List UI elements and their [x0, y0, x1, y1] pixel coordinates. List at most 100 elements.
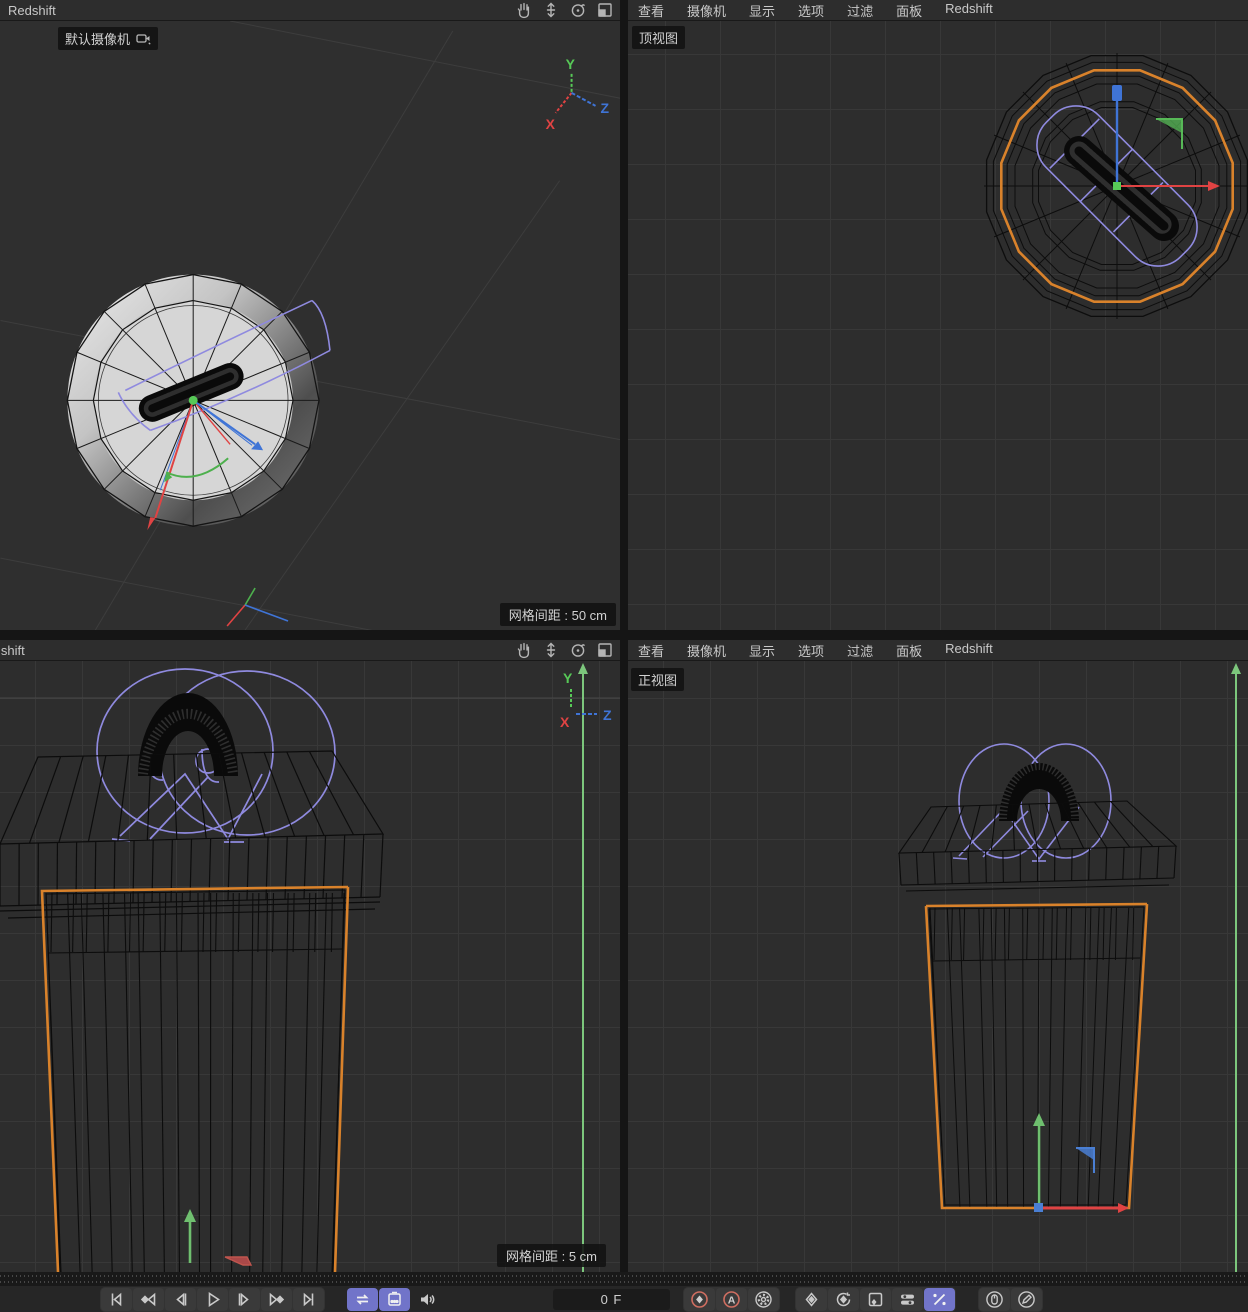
view-label-text: 正视图	[638, 673, 678, 688]
viewport-front-left-menubar: lshift	[0, 640, 620, 661]
sound-button[interactable]	[411, 1288, 442, 1311]
camera-label-tag[interactable]: 默认摄像机	[58, 27, 159, 50]
pan-hand-icon[interactable]	[515, 1, 533, 19]
next-frame-button[interactable]	[229, 1287, 260, 1311]
play-button[interactable]	[197, 1287, 228, 1311]
plane-handle-bracket-red[interactable]	[224, 1256, 253, 1266]
world-origin-axes	[226, 587, 289, 627]
viewport-nav-icons	[515, 641, 620, 659]
dolly-zoom-icon[interactable]	[542, 641, 560, 659]
maximize-view-icon[interactable]	[596, 1, 614, 19]
svg-text:A: A	[728, 1294, 736, 1306]
handle-mesh-top	[1064, 136, 1179, 241]
previous-key-button[interactable]	[133, 1287, 164, 1311]
menu-item-filter[interactable]: 过滤	[847, 641, 873, 660]
previous-frame-button[interactable]	[165, 1287, 196, 1311]
camera-label-text: 默认摄像机	[65, 32, 131, 47]
goto-end-button[interactable]	[293, 1287, 324, 1311]
keyframe-bar-button[interactable]	[379, 1287, 410, 1311]
animation-toolbar: 0 F A	[0, 1286, 1248, 1312]
menu-item-camera[interactable]: 摄像机	[687, 1, 726, 20]
clipboard-icon	[388, 1291, 401, 1306]
axis-label-z: Z	[601, 100, 610, 116]
viewport-top-menubar: 查看 摄像机 显示 选项 过滤 面板 Redshift	[628, 0, 1248, 21]
axis-label-y: Y	[566, 56, 576, 72]
pen-record-button[interactable]	[1011, 1287, 1042, 1311]
autokey-icon: A	[723, 1290, 740, 1308]
diamond-outline-icon	[805, 1291, 818, 1307]
menu-item-display[interactable]: 显示	[749, 1, 775, 20]
menu-item-view[interactable]: 查看	[638, 641, 664, 660]
view-label-tag: 顶视图	[632, 26, 686, 49]
maximize-view-icon[interactable]	[596, 641, 614, 659]
key-rotation-button[interactable]	[828, 1287, 859, 1311]
menu-item-filter[interactable]: 过滤	[847, 1, 873, 20]
menu-item-display[interactable]: 显示	[749, 641, 775, 660]
toggle-switches-icon	[901, 1294, 914, 1305]
play-icon	[208, 1291, 220, 1307]
view-orientation-gizmo: Y X Z	[560, 670, 612, 730]
menu-item-options[interactable]: 选项	[798, 1, 824, 20]
timeline-ruler[interactable]	[0, 1272, 1248, 1286]
next-key-button[interactable]	[261, 1287, 292, 1311]
viewport-top-canvas[interactable]: 顶视图	[628, 21, 1248, 630]
pen-icon	[1018, 1290, 1035, 1308]
keyframe-box-icon	[868, 1292, 883, 1306]
front-left-scene: Y X Z	[0, 663, 620, 1272]
viewport-front-canvas[interactable]: 正视图	[628, 661, 1248, 1272]
loop-mode-button[interactable]	[347, 1287, 378, 1311]
viewport-front-left-canvas[interactable]: Y X Z 网格间距 : 5 cm	[0, 661, 620, 1272]
key-position-button[interactable]	[796, 1287, 827, 1311]
menu-item-camera[interactable]: 摄像机	[687, 641, 726, 660]
viewport-menu: 查看 摄像机 显示 选项 过滤 面板 Redshift	[628, 1, 993, 20]
menu-item-redshift[interactable]: Redshift	[945, 1, 993, 20]
menu-item-redshift[interactable]: Redshift	[0, 3, 56, 18]
menu-item-panel[interactable]: 面板	[896, 1, 922, 20]
next-key-icon	[269, 1292, 285, 1306]
grid-spacing-label: 网格间距 : 50 cm	[499, 603, 616, 626]
menu-item-panel[interactable]: 面板	[896, 641, 922, 660]
current-frame-field[interactable]: 0 F	[553, 1289, 670, 1310]
menu-item-view[interactable]: 查看	[638, 1, 664, 20]
transport-controls	[100, 1286, 325, 1312]
viewport-perspective-canvas[interactable]: Y X Z 默认摄像机 网格间距 : 50 cm	[0, 21, 620, 630]
viewport-perspective-menubar: Redshift	[0, 0, 620, 21]
world-y-axis	[1231, 663, 1241, 1272]
key-reduction-button[interactable]	[924, 1287, 955, 1311]
perspective-scene: Y X Z	[0, 21, 620, 630]
goto-start-button[interactable]	[101, 1287, 132, 1311]
key-filter-group	[795, 1286, 956, 1312]
viewport-front-left: lshift Y X Z 网格间距: 5 cm	[0, 640, 620, 1272]
world-y-axis	[578, 663, 588, 1272]
cup-body-wireframe	[924, 902, 1149, 1210]
key-parameter-button[interactable]	[860, 1287, 891, 1311]
previous-frame-icon	[176, 1292, 187, 1306]
menu-item-options[interactable]: 选项	[798, 641, 824, 660]
lid-wireframe	[0, 750, 385, 919]
gear-icon	[755, 1290, 772, 1308]
menu-item-redshift-clipped[interactable]: lshift	[0, 643, 25, 658]
rotate-view-icon[interactable]	[569, 1, 587, 19]
key-pla-button[interactable]	[892, 1287, 923, 1311]
object-axis-gizmo-front-left[interactable]	[184, 1209, 253, 1266]
viewport-nav-icons	[515, 1, 620, 19]
top-view-scene	[984, 53, 1248, 319]
autokey-button[interactable]: A	[716, 1287, 747, 1311]
next-frame-icon	[238, 1292, 249, 1306]
rotate-view-icon[interactable]	[569, 641, 587, 659]
viewport-perspective: Redshift Y X Z 默认摄像机 网格间距: 50 cm	[0, 0, 620, 630]
cup-selection-outline	[40, 885, 350, 1272]
record-keyframe-button[interactable]	[684, 1287, 715, 1311]
dolly-zoom-icon[interactable]	[542, 1, 560, 19]
axis-label-x: X	[546, 116, 556, 132]
pan-hand-icon[interactable]	[515, 641, 533, 659]
speaker-icon	[421, 1293, 435, 1305]
view-label-text: 顶视图	[639, 31, 679, 46]
object-axis-gizmo-front[interactable]	[1033, 1113, 1129, 1213]
camera-swap-icon[interactable]	[136, 32, 151, 45]
menu-item-redshift[interactable]: Redshift	[945, 641, 993, 660]
axis-label-x: X	[560, 714, 570, 730]
viewport-front-menubar: 查看 摄像机 显示 选项 过滤 面板 Redshift	[628, 640, 1248, 661]
keying-settings-button[interactable]	[748, 1287, 779, 1311]
mouse-record-button[interactable]	[979, 1287, 1010, 1311]
